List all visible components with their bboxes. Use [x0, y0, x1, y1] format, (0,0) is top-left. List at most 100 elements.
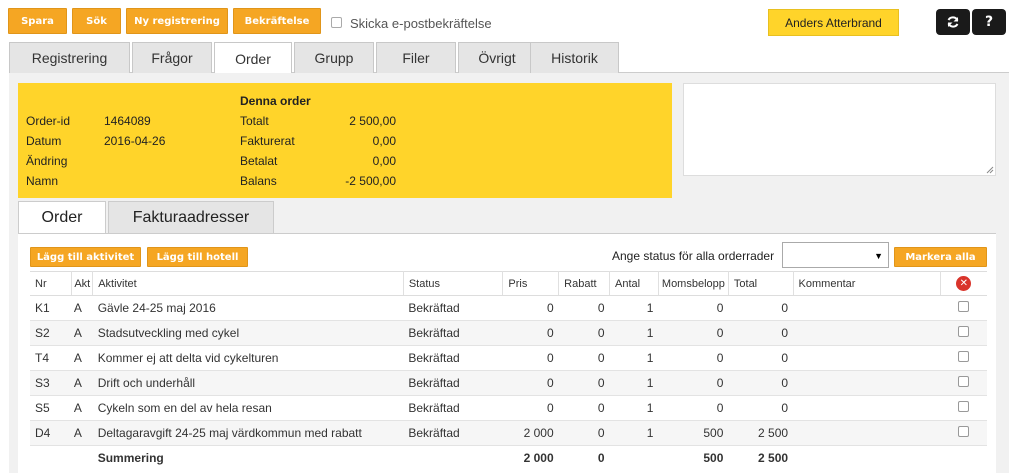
cell-moms: 0	[658, 345, 729, 371]
cell-kommentar[interactable]	[793, 395, 941, 421]
cell-pris: 0	[502, 295, 559, 321]
header-akt[interactable]: Akt	[71, 271, 94, 296]
tab-grupp[interactable]: Grupp	[294, 42, 374, 73]
table-row[interactable]: K1 A Gävle 24-25 maj 2016 Bekräftad 0 0 …	[30, 295, 987, 321]
cell-moms: 0	[658, 320, 729, 346]
cell-akt: A	[71, 420, 93, 446]
order-id-label: Order-id	[26, 114, 71, 128]
row-checkbox[interactable]	[958, 426, 970, 437]
cell-antal: 1	[609, 295, 659, 321]
send-email-checkbox[interactable]	[331, 17, 342, 28]
tab-order[interactable]: Order	[214, 42, 292, 74]
summary-label: Summering	[92, 445, 404, 471]
cell-moms: 0	[658, 370, 729, 396]
cell-akt: A	[71, 345, 93, 371]
cell-nr: D4	[30, 420, 72, 446]
summary-spacer	[403, 445, 503, 471]
cell-kommentar[interactable]	[793, 295, 941, 321]
header-kommentar[interactable]: Kommentar	[793, 271, 941, 296]
cell-status: Bekräftad	[403, 395, 503, 421]
header-total[interactable]: Total	[728, 271, 794, 296]
invoiced-label: Fakturerat	[240, 134, 295, 148]
table-row[interactable]: D4 A Deltagaravgift 24-25 maj värdkommun…	[30, 420, 987, 446]
help-icon[interactable]: ?	[972, 9, 1006, 35]
confirmation-button[interactable]: Bekräftelse	[233, 8, 321, 34]
cell-total: 0	[728, 320, 794, 346]
cell-rabatt: 0	[558, 370, 610, 396]
tab-fragor[interactable]: Frågor	[132, 42, 212, 73]
table-row[interactable]: T4 A Kommer ej att delta vid cykelturen …	[30, 345, 987, 371]
cell-kommentar[interactable]	[793, 420, 941, 446]
cell-aktivitet: Stadsutveckling med cykel	[92, 320, 404, 346]
add-hotel-button[interactable]: Lägg till hotell	[147, 247, 248, 267]
cell-status: Bekräftad	[403, 320, 503, 346]
subtab-fakturaadresser[interactable]: Fakturaadresser	[108, 201, 274, 233]
table-row[interactable]: S3 A Drift och underhåll Bekräftad 0 0 1…	[30, 370, 987, 396]
tab-filer[interactable]: Filer	[376, 42, 456, 73]
subtab-order[interactable]: Order	[18, 201, 106, 234]
tab-historik[interactable]: Historik	[530, 42, 619, 73]
tab-registrering[interactable]: Registrering	[9, 42, 130, 73]
header-pris[interactable]: Pris	[502, 271, 560, 296]
cell-status: Bekräftad	[403, 295, 503, 321]
mark-all-button[interactable]: Markera alla	[894, 247, 987, 267]
header-antal[interactable]: Antal	[609, 271, 659, 296]
cell-akt: A	[71, 370, 93, 396]
order-summary-box: Denna order Order-id 1464089 Datum 2016-…	[18, 83, 672, 198]
cell-status: Bekräftad	[403, 370, 503, 396]
cell-select[interactable]	[940, 345, 987, 371]
summary-spacer	[30, 445, 72, 471]
row-checkbox[interactable]	[958, 376, 970, 387]
resize-handle-icon[interactable]	[986, 166, 994, 174]
send-email-label: Skicka e-postbekräftelse	[350, 16, 492, 31]
table-row[interactable]: S2 A Stadsutveckling med cykel Bekräftad…	[30, 320, 987, 346]
cell-nr: T4	[30, 345, 72, 371]
header-momsbelopp[interactable]: Momsbelopp	[658, 271, 729, 296]
cell-select[interactable]	[940, 395, 987, 421]
total-value: 2 500,00	[349, 114, 396, 128]
cell-kommentar[interactable]	[793, 370, 941, 396]
cell-select[interactable]	[940, 370, 987, 396]
header-delete[interactable]: ✕	[940, 271, 987, 296]
cell-aktivitet: Deltagaravgift 24-25 maj värdkommun med …	[92, 420, 404, 446]
row-checkbox[interactable]	[958, 301, 970, 312]
cell-antal: 1	[609, 395, 659, 421]
cell-kommentar[interactable]	[793, 345, 941, 371]
tab-ovrigt[interactable]: Övrigt	[458, 42, 536, 73]
table-row[interactable]: S5 A Cykeln som en del av hela resan Bek…	[30, 395, 987, 421]
header-aktivitet[interactable]: Aktivitet	[92, 271, 404, 296]
cell-kommentar[interactable]	[793, 320, 941, 346]
cell-status: Bekräftad	[403, 420, 503, 446]
set-status-label: Ange status för alla orderrader	[612, 249, 775, 263]
cell-nr: S3	[30, 370, 72, 396]
chevron-down-icon: ▼	[874, 251, 883, 261]
status-select[interactable]: ▼	[782, 242, 889, 268]
header-nr[interactable]: Nr	[30, 271, 73, 296]
save-button[interactable]: Spara	[8, 8, 67, 34]
cell-select[interactable]	[940, 320, 987, 346]
summary-spacer	[609, 445, 659, 471]
header-status[interactable]: Status	[403, 271, 504, 296]
delete-icon[interactable]: ✕	[956, 276, 972, 291]
user-name-badge[interactable]: Anders Atterbrand	[768, 9, 899, 36]
cell-total: 0	[728, 395, 794, 421]
cell-select[interactable]	[940, 420, 987, 446]
new-registration-button[interactable]: Ny registrering	[126, 8, 228, 34]
notes-textarea[interactable]	[683, 83, 996, 176]
summary-row: Summering 2 000 0 500 2 500	[30, 445, 987, 471]
row-checkbox[interactable]	[958, 326, 970, 337]
cell-nr: S2	[30, 320, 72, 346]
summary-pris: 2 000	[502, 445, 559, 471]
cell-pris: 0	[502, 320, 559, 346]
cell-select[interactable]	[940, 295, 987, 321]
cell-antal: 1	[609, 345, 659, 371]
cell-moms: 0	[658, 295, 729, 321]
search-button[interactable]: Sök	[72, 8, 121, 34]
row-checkbox[interactable]	[958, 351, 970, 362]
cell-pris: 0	[502, 345, 559, 371]
header-rabatt[interactable]: Rabatt	[558, 271, 611, 296]
add-activity-button[interactable]: Lägg till aktivitet	[30, 247, 141, 267]
refresh-icon[interactable]	[936, 9, 970, 35]
row-checkbox[interactable]	[958, 401, 970, 412]
summary-spacer	[940, 445, 987, 471]
